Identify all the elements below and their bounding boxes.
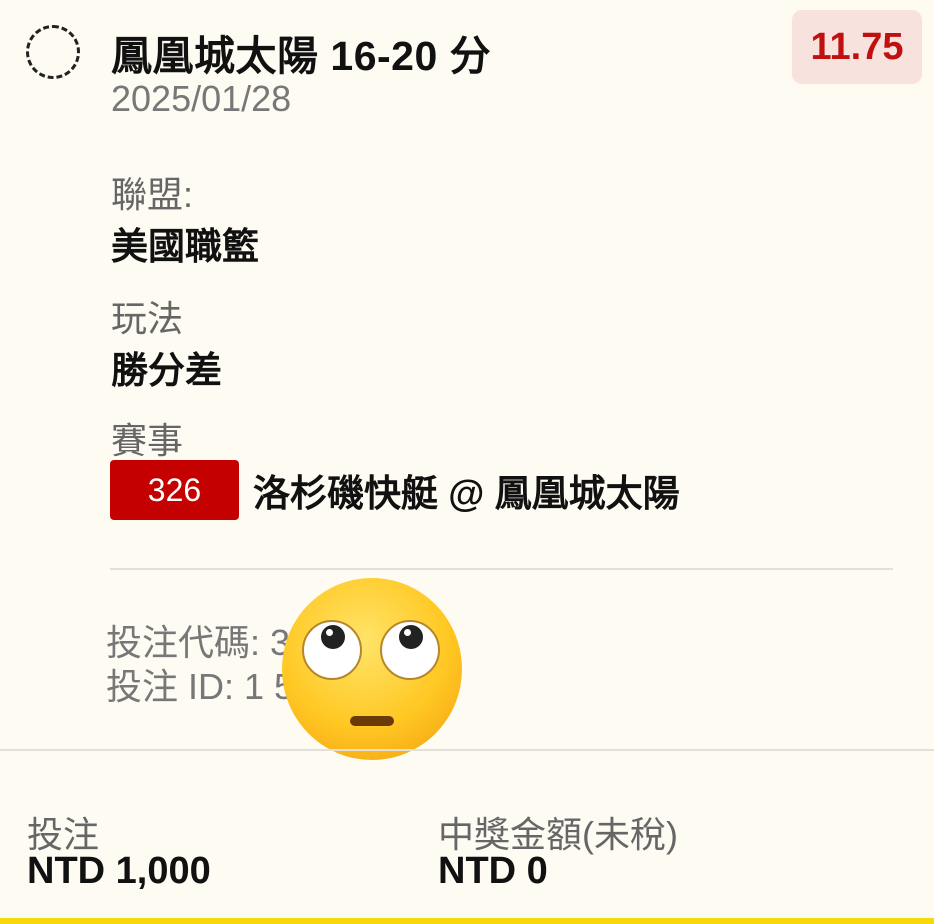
- payout-value: NTD 0: [438, 850, 548, 892]
- event-number-badge: 326: [110, 460, 239, 520]
- event-name: 洛杉磯快艇 @ 鳳凰城太陽: [253, 473, 680, 514]
- play-type-label: 玩法: [111, 298, 184, 339]
- ticket-title: 鳳凰城太陽 16-20 分: [111, 33, 492, 79]
- emoji-right-eye: [380, 620, 440, 680]
- bottom-accent-bar: [0, 918, 934, 924]
- ticket-date: 2025/01/28: [111, 78, 292, 119]
- pending-status-icon: [26, 25, 80, 79]
- emoji-mouth: [350, 716, 394, 726]
- play-type-value: 勝分差: [111, 350, 222, 391]
- league-label: 聯盟:: [111, 174, 194, 215]
- emoji-left-eye: [302, 620, 362, 680]
- eye-roll-emoji-icon: [282, 578, 462, 760]
- league-value: 美國職籃: [111, 226, 259, 267]
- event-row: 326 洛杉磯快艇 @ 鳳凰城太陽: [110, 460, 680, 520]
- section-divider: [110, 568, 893, 570]
- footer-divider: [0, 749, 934, 751]
- event-label: 賽事: [111, 420, 184, 461]
- stake-value: NTD 1,000: [27, 850, 211, 892]
- odds-badge: 11.75: [792, 10, 922, 84]
